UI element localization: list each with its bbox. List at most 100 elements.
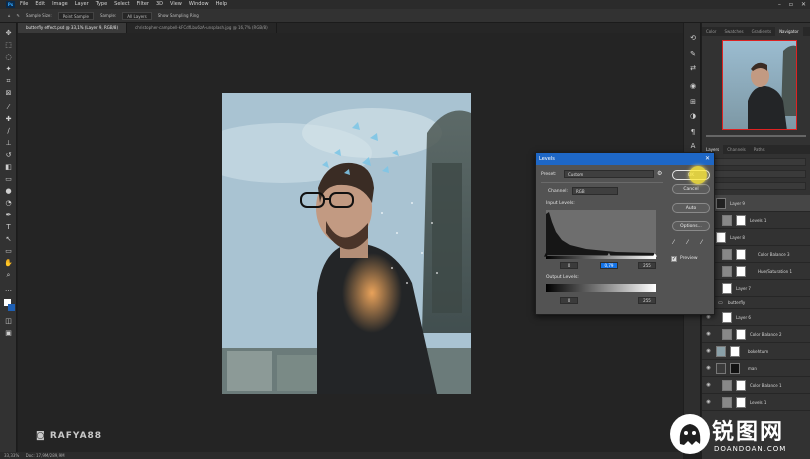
zoom-level[interactable]: 33,33% [4,453,19,458]
tab-color[interactable]: Color [702,27,720,36]
channel-select[interactable]: RGB [572,187,618,195]
brush-tool-icon[interactable]: ∕ [4,127,13,136]
menu-view[interactable]: View [170,0,182,9]
tab-christopher-campbell[interactable]: christopher-campbell-kFCdfLbu6zA-unsplas… [127,23,277,33]
menu-window[interactable]: Window [189,0,209,9]
libraries-icon[interactable]: ◉ [688,81,698,91]
layer-row[interactable]: ◉ Levels 1 [702,212,810,229]
tab-navigator[interactable]: Navigator [775,27,803,36]
properties-icon[interactable]: ⊞ [688,97,698,107]
dodge-tool-icon[interactable]: ◔ [4,199,13,208]
layer-row[interactable]: ◉ Color Balance 2 [702,326,810,343]
pen-tool-icon[interactable]: ✒ [4,211,13,220]
lock-fill-bar[interactable] [706,182,806,190]
white-point-slider[interactable]: ▲ [653,252,657,258]
gamma-slider[interactable]: ▲ [607,252,611,258]
preview-checkbox[interactable]: ✓ [671,256,677,262]
sample-size-select[interactable]: Point Sample [57,11,94,20]
layer-row[interactable]: ◉ man [702,360,810,377]
document-canvas[interactable] [222,93,471,394]
input-white-value[interactable]: 255 [638,262,656,269]
visibility-eye-icon[interactable]: ◉ [705,377,712,394]
zoom-tool-icon[interactable]: ⌕ [4,271,13,280]
input-gamma-value[interactable]: 0,79 [600,262,618,269]
lasso-tool-icon[interactable]: ◌ [4,53,13,62]
tab-channels[interactable]: Channels [723,145,750,154]
marquee-tool-icon[interactable]: ⬚ [4,41,13,50]
options-button[interactable]: Options... [672,221,710,231]
menu-type[interactable]: Type [96,0,107,9]
auto-button[interactable]: Auto [672,203,710,213]
history-brush-icon[interactable]: ↺ [4,151,13,160]
layer-row[interactable]: ◉ bokehtum [702,343,810,360]
frame-tool-icon[interactable]: ⊠ [4,89,13,98]
move-tool-icon[interactable]: ✥ [4,29,13,38]
history-icon[interactable]: ⟲ [688,33,698,43]
adjustments-icon[interactable]: ◑ [688,111,698,121]
black-point-slider[interactable]: ▲ [544,252,548,258]
layer-row[interactable]: ◉ Layer 6 [702,309,810,326]
visibility-eye-icon[interactable]: ◉ [705,343,712,360]
input-black-value[interactable]: 0 [560,262,578,269]
character-icon[interactable]: A [688,141,698,151]
eyedropper-tool-icon[interactable]: ✎ [17,13,20,18]
show-sampling-ring-checkbox[interactable]: Show Sampling Ring [158,13,199,18]
gradient-tool-icon[interactable]: ▭ [4,175,13,184]
minimize-icon[interactable]: – [778,0,781,9]
tab-paths[interactable]: Paths [750,145,769,154]
screen-mode-icon[interactable]: ▣ [4,329,13,338]
visibility-eye-icon[interactable]: ◉ [705,360,712,377]
more-tools-icon[interactable]: … [4,285,13,294]
layer-row[interactable]: ◉ Color Balance 3 [702,246,810,263]
brush-settings-icon[interactable]: ✎ [688,49,698,59]
navigator-preview[interactable] [722,40,797,130]
menu-filter[interactable]: Filter [137,0,149,9]
rectangle-tool-icon[interactable]: ▭ [4,247,13,256]
close-icon[interactable]: ✕ [705,153,710,165]
layer-group-row[interactable]: ▭ butterfly [702,297,810,309]
sample-select[interactable]: All Layers [122,11,152,20]
crop-tool-icon[interactable]: ⌗ [4,77,13,86]
clone-stamp-icon[interactable]: ⊥ [4,139,13,148]
quick-mask-icon[interactable]: ◫ [4,317,13,326]
output-white-value[interactable]: 255 [638,297,656,304]
menu-select[interactable]: Select [114,0,129,9]
layer-filter-bar[interactable] [706,158,806,166]
tab-swatches[interactable]: Swatches [720,27,747,36]
type-tool-icon[interactable]: T [4,223,13,232]
healing-brush-icon[interactable]: ✚ [4,115,13,124]
background-color-swatch[interactable] [8,304,15,311]
close-icon[interactable]: ✕ [801,0,806,9]
paragraph-icon[interactable]: ¶ [688,127,698,137]
preset-select[interactable]: Custom [564,170,654,178]
blur-tool-icon[interactable]: ● [4,187,13,196]
path-select-icon[interactable]: ↖ [4,235,13,244]
menu-help[interactable]: Help [216,0,227,9]
layer-row[interactable]: ◉ Hue/Saturation 1 [702,263,810,280]
layer-row[interactable]: ◉ Levels 1 [702,394,810,411]
layer-row[interactable]: ◉ Layer 9 [702,195,810,212]
layer-row[interactable]: ◉ Layer 7 [702,280,810,297]
menu-edit[interactable]: Edit [35,0,45,9]
adjust-icon[interactable]: ⇄ [688,63,698,73]
white-eyedropper-icon[interactable]: ⁄ [701,239,702,246]
quick-select-tool-icon[interactable]: ✦ [4,65,13,74]
menu-3d[interactable]: 3D [156,0,163,9]
tab-butterfly-effect[interactable]: butterfly effect.psd @ 33,1% (Layer 9, R… [18,23,128,33]
menu-image[interactable]: Image [52,0,68,9]
cancel-button[interactable]: Cancel [672,184,710,194]
blend-mode-bar[interactable] [706,170,806,178]
maximize-icon[interactable]: ▫ [789,0,793,9]
menu-layer[interactable]: Layer [75,0,89,9]
hand-tool-icon[interactable]: ✋ [4,259,13,268]
output-black-value[interactable]: 0 [560,297,578,304]
dialog-title-bar[interactable]: Levels ✕ [536,153,714,165]
navigator-zoom-slider[interactable] [706,135,806,137]
visibility-eye-icon[interactable]: ◉ [705,326,712,343]
gray-eyedropper-icon[interactable]: ⁄ [687,239,688,246]
layer-row[interactable]: ◉ Layer 8 [702,229,810,246]
eraser-tool-icon[interactable]: ◧ [4,163,13,172]
tab-gradients[interactable]: Gradients [748,27,776,36]
home-icon[interactable]: ⌂ [8,13,11,18]
visibility-eye-icon[interactable]: ◉ [705,394,712,411]
